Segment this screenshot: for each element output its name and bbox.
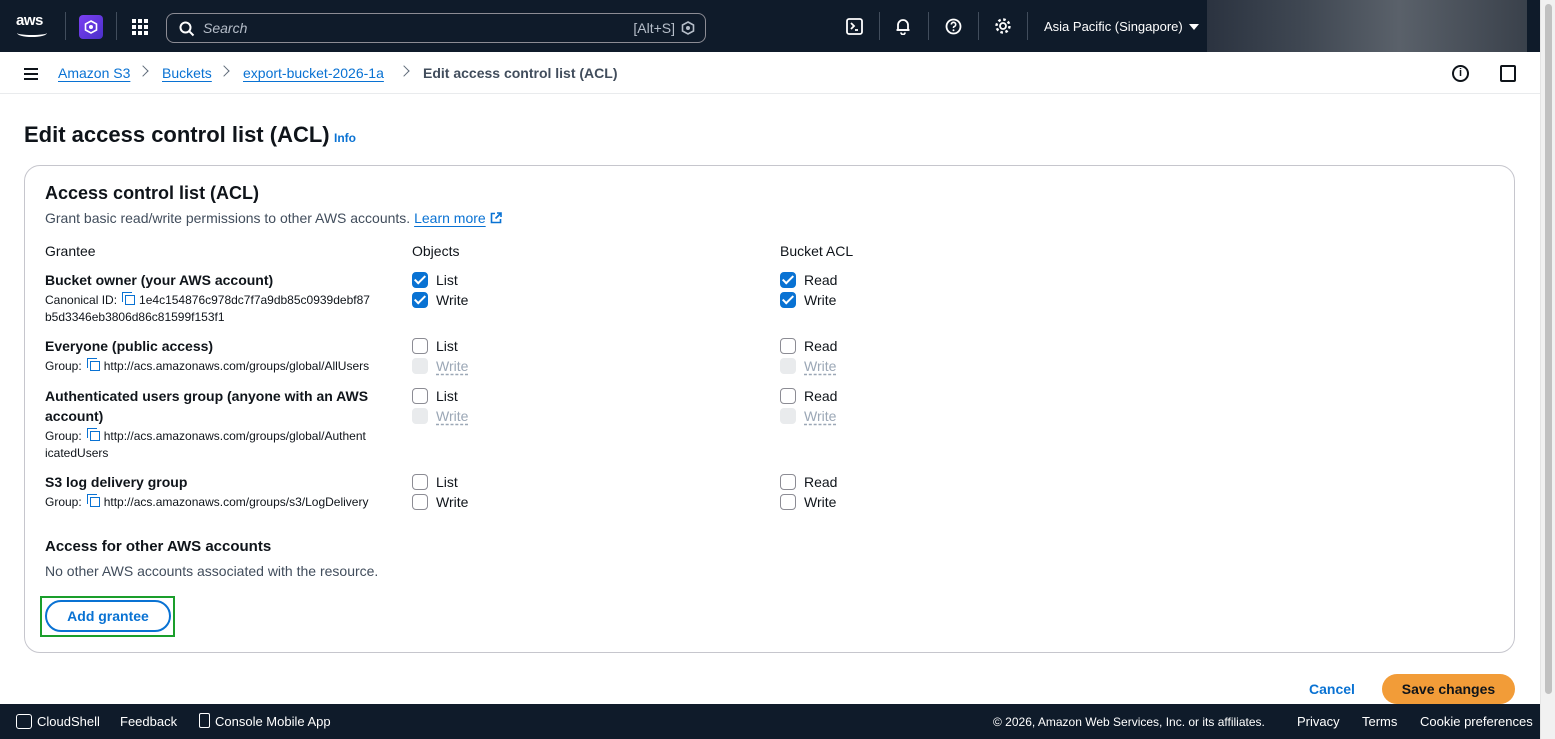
copy-icon[interactable] <box>86 428 101 442</box>
cloudshell-icon <box>16 714 32 729</box>
grantee-group: Group: http://acs.amazonaws.com/groups/gl… <box>45 428 366 460</box>
search-icon <box>179 21 195 37</box>
log-acl-write-checkbox[interactable]: Write <box>780 494 836 510</box>
nav-divider <box>1027 12 1028 40</box>
settings-gear-icon[interactable] <box>991 14 1015 38</box>
grantee-group: Group: http://acs.amazonaws.com/groups/gl… <box>45 358 370 373</box>
aws-smile-icon <box>17 29 47 37</box>
owner-acl-write-checkbox[interactable]: Write <box>780 292 836 308</box>
auth-acl-read-checkbox[interactable]: Read <box>780 388 837 404</box>
footer-privacy[interactable]: Privacy <box>1297 714 1340 729</box>
nav-divider <box>116 12 117 40</box>
log-objects-list-checkbox[interactable]: List <box>412 474 458 490</box>
page-title: Edit access control list (ACL) <box>24 122 330 147</box>
owner-objects-list-checkbox[interactable]: List <box>412 272 458 288</box>
account-menu-obscured[interactable] <box>1207 0 1527 52</box>
breadcrumb-buckets[interactable]: Buckets <box>162 65 212 81</box>
auth-objects-write-checkbox: Write <box>412 408 468 424</box>
side-panel-icon[interactable] <box>1500 65 1516 82</box>
grantee-name: Authenticated users group (anyone with a… <box>45 388 369 424</box>
grantee-id: Canonical ID: 1e4c154876c978dc7f7a9db85c0… <box>45 292 370 324</box>
footer-copyright: © 2026, Amazon Web Services, Inc. or its… <box>993 715 1265 729</box>
footer: CloudShell Feedback Console Mobile App ©… <box>0 704 1540 739</box>
aws-logo[interactable]: aws <box>16 13 50 38</box>
search-box[interactable]: [Alt+S] <box>166 13 706 43</box>
footer-cloudshell[interactable]: CloudShell <box>37 714 100 729</box>
grantee-name: Everyone (public access) <box>45 338 214 354</box>
everyone-acl-write-checkbox: Write <box>780 358 836 374</box>
copy-icon[interactable] <box>86 494 101 508</box>
search-shortcut-icon <box>681 21 695 35</box>
breadcrumb-amazon-s3[interactable]: Amazon S3 <box>58 65 130 81</box>
auth-acl-write-checkbox: Write <box>780 408 836 424</box>
external-link-icon <box>490 212 502 224</box>
other-accounts-description: No other AWS accounts associated with th… <box>45 563 379 579</box>
service-hexagon-icon[interactable] <box>79 15 103 39</box>
top-navigation: aws [Alt+S] Asia Pacific (Singapore) <box>0 0 1207 52</box>
cancel-button[interactable]: Cancel <box>1309 681 1355 697</box>
grantee-name: S3 log delivery group <box>45 474 188 490</box>
nav-divider <box>65 12 66 40</box>
column-header-objects: Objects <box>412 243 460 259</box>
owner-acl-read-checkbox[interactable]: Read <box>780 272 837 288</box>
page-scrollbar[interactable] <box>1540 0 1555 739</box>
owner-objects-write-checkbox[interactable]: Write <box>412 292 468 308</box>
copy-icon[interactable] <box>86 358 101 372</box>
save-changes-button[interactable]: Save changes <box>1382 674 1515 704</box>
footer-terms[interactable]: Terms <box>1362 714 1397 729</box>
nav-edge <box>1527 0 1540 52</box>
search-shortcut: [Alt+S] <box>633 20 675 36</box>
log-objects-write-checkbox[interactable]: Write <box>412 494 468 510</box>
services-grid-icon[interactable] <box>132 19 148 35</box>
footer-cookie-preferences[interactable]: Cookie preferences <box>1420 714 1533 729</box>
scrollbar-thumb[interactable] <box>1545 4 1552 694</box>
nav-divider <box>879 12 880 40</box>
help-icon[interactable] <box>941 14 965 38</box>
menu-hamburger-icon[interactable] <box>24 68 38 80</box>
auth-objects-list-checkbox[interactable]: List <box>412 388 458 404</box>
breadcrumb-bucket[interactable]: export-bucket-2026-1a <box>243 65 384 81</box>
log-acl-read-checkbox[interactable]: Read <box>780 474 837 490</box>
chevron-right-icon <box>218 65 230 77</box>
mobile-app-icon <box>199 713 210 728</box>
cloudshell-icon[interactable] <box>842 14 866 38</box>
column-header-grantee: Grantee <box>45 243 96 259</box>
info-link[interactable]: Info <box>334 131 356 145</box>
search-input[interactable] <box>203 19 623 37</box>
add-grantee-button[interactable]: Add grantee <box>45 600 171 632</box>
chevron-right-icon <box>398 65 410 77</box>
grantee-group: Group: http://acs.amazonaws.com/groups/s3… <box>45 494 369 509</box>
grantee-name: Bucket owner (your AWS account) <box>45 272 274 288</box>
acl-card-description: Grant basic read/write permissions to ot… <box>45 210 502 226</box>
learn-more-link[interactable]: Learn more <box>414 210 486 226</box>
everyone-acl-read-checkbox[interactable]: Read <box>780 338 837 354</box>
breadcrumb-bar: Amazon S3 Buckets export-bucket-2026-1a … <box>0 52 1540 94</box>
footer-feedback[interactable]: Feedback <box>120 714 177 729</box>
copy-icon[interactable] <box>122 292 136 306</box>
other-accounts-title: Access for other AWS accounts <box>45 538 272 555</box>
column-header-bucket-acl: Bucket ACL <box>780 243 854 259</box>
nav-divider <box>928 12 929 40</box>
notifications-bell-icon[interactable] <box>891 14 915 38</box>
breadcrumb-current: Edit access control list (ACL) <box>423 65 618 81</box>
footer-mobile-app[interactable]: Console Mobile App <box>215 714 331 729</box>
info-circle-icon[interactable]: i <box>1452 65 1469 82</box>
region-selector[interactable]: Asia Pacific (Singapore) <box>1044 19 1199 34</box>
caret-down-icon <box>1188 23 1199 30</box>
everyone-objects-write-checkbox: Write <box>412 358 468 374</box>
nav-divider <box>978 12 979 40</box>
acl-card-title: Access control list (ACL) <box>45 183 260 203</box>
chevron-right-icon <box>137 65 149 77</box>
everyone-objects-list-checkbox[interactable]: List <box>412 338 458 354</box>
